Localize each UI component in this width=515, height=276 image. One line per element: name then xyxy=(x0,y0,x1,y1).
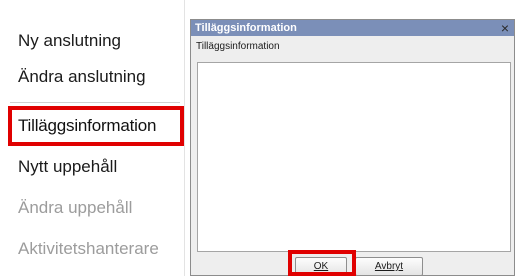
menu-item-label: Aktivitetshanterare xyxy=(18,239,159,258)
menu-item-nytt-uppehall[interactable]: Nytt uppehåll xyxy=(0,147,184,187)
menu-item-label: Ny anslutning xyxy=(18,31,122,50)
menu-item-label: Ändra anslutning xyxy=(18,67,146,86)
dialog-title-bar[interactable]: Tilläggsinformation × xyxy=(191,20,514,36)
menu-item-andra-anslutning[interactable]: Ändra anslutning xyxy=(0,57,184,97)
menu-item-tillaggsinformation[interactable]: Tilläggsinformation xyxy=(8,106,184,146)
menu-item-andra-uppehall: Ändra uppehåll xyxy=(0,188,184,228)
cancel-button[interactable]: Avbryt xyxy=(355,257,423,276)
screenshot-root: Ny anslutning Ändra anslutning Tilläggsi… xyxy=(0,0,515,276)
context-menu: Ny anslutning Ändra anslutning Tilläggsi… xyxy=(0,0,185,276)
field-label: Tilläggsinformation xyxy=(196,41,280,52)
dialog-title: Tilläggsinformation xyxy=(195,22,297,34)
menu-item-label: Ändra uppehåll xyxy=(18,198,133,217)
menu-item-label: Nytt uppehåll xyxy=(18,157,118,176)
tillaggsinformation-dialog: Tilläggsinformation × Tilläggsinformatio… xyxy=(190,19,515,276)
menu-item-aktivitetshanterare: Aktivitetshanterare xyxy=(0,229,184,269)
menu-separator xyxy=(10,102,180,103)
close-icon[interactable]: × xyxy=(498,20,512,36)
additional-info-textarea[interactable] xyxy=(197,62,511,252)
menu-item-label: Tilläggsinformation xyxy=(18,116,157,135)
ok-button[interactable]: OK xyxy=(295,257,347,276)
menu-item-ny-anslutning[interactable]: Ny anslutning xyxy=(0,21,184,61)
